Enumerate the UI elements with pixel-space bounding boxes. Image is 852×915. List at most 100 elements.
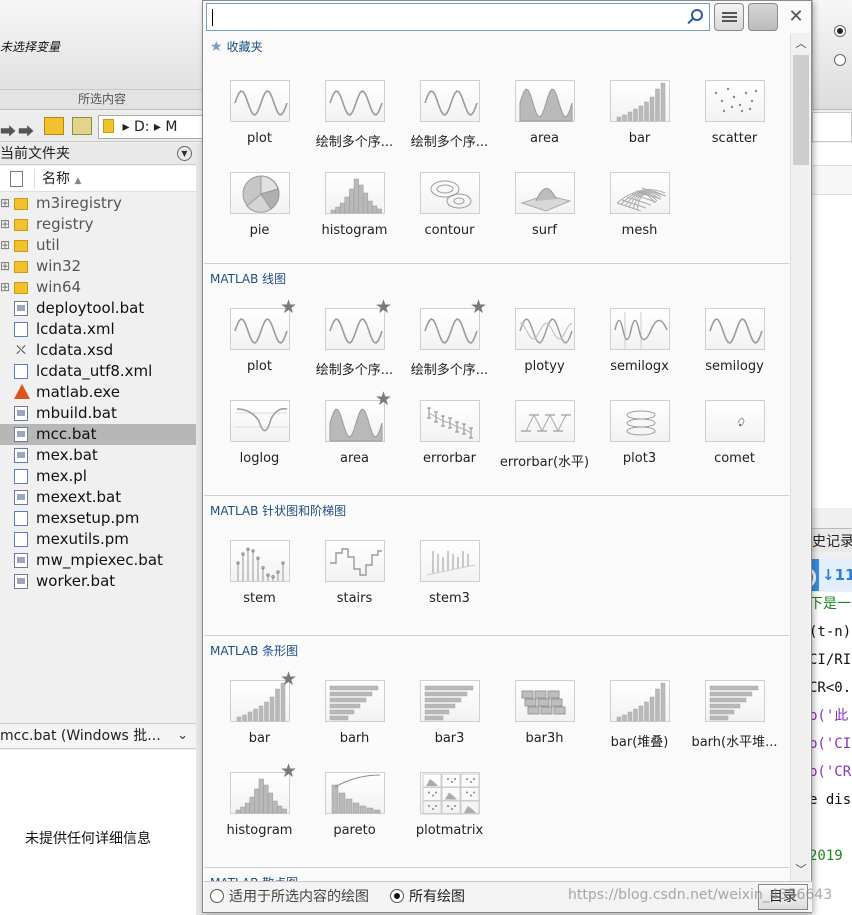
- radio-selected-icon[interactable]: [390, 889, 404, 903]
- selected-content-plots-radio[interactable]: 适用于所选内容的绘图: [210, 889, 369, 906]
- plot-tile[interactable]: ★ histogram: [212, 761, 307, 864]
- plot-tile[interactable]: stem: [212, 540, 307, 632]
- path-next[interactable]: M: [165, 119, 177, 135]
- file-row[interactable]: mexutils.pm: [0, 529, 196, 550]
- search-icon[interactable]: [691, 9, 703, 21]
- column-header[interactable]: 名称 ▲: [0, 166, 196, 192]
- plot-tile[interactable]: 绘制多个序...: [402, 80, 497, 172]
- ribbon-radio-1[interactable]: [834, 25, 846, 37]
- plot-tile[interactable]: ★ plot: [212, 297, 307, 400]
- plot-tile[interactable]: bar: [592, 80, 687, 172]
- plot-tile[interactable]: errorbar(水平): [497, 400, 592, 492]
- right-address-field[interactable]: [812, 112, 852, 142]
- plot-tile[interactable]: area: [497, 80, 592, 172]
- plot-tile[interactable]: bar3: [402, 680, 497, 772]
- plot-tile[interactable]: errorbar: [402, 400, 497, 492]
- folder-row[interactable]: ⊞ win64: [0, 277, 196, 298]
- plot-tile[interactable]: plot3: [592, 400, 687, 492]
- expand-icon[interactable]: ⊞: [0, 193, 10, 214]
- file-row[interactable]: mbuild.bat: [0, 403, 196, 424]
- back-arrow-icon[interactable]: ⮕: [0, 118, 16, 142]
- browse-folder-icon[interactable]: [72, 117, 92, 135]
- plot-tile[interactable]: ★ area: [307, 389, 402, 492]
- gallery-scrollbar[interactable]: ︿ ﹀: [790, 33, 810, 881]
- plot-tile[interactable]: comet: [687, 400, 782, 492]
- plot-tile[interactable]: ★ 绘制多个序...: [307, 297, 402, 400]
- plot-tile[interactable]: semilogx: [592, 308, 687, 400]
- scroll-up-icon[interactable]: ︿: [791, 35, 811, 53]
- path-field[interactable]: ▸ D: ▸ M: [98, 115, 204, 139]
- plot-tile[interactable]: stem3: [402, 540, 497, 632]
- favorite-star-icon[interactable]: ★: [280, 669, 300, 689]
- plot-tile[interactable]: bar3h: [497, 680, 592, 772]
- details-panel-header[interactable]: mcc.bat (Windows 批... ⌄: [0, 723, 196, 749]
- expand-icon[interactable]: ⊞: [0, 235, 10, 256]
- plot-tile-label: bar(堆叠): [610, 735, 669, 750]
- plot-tile[interactable]: plotyy: [497, 308, 592, 400]
- plot-tile[interactable]: plot: [212, 80, 307, 172]
- code-text-area[interactable]: 下是一 (t-n) CI/RI CR<0. p('此 p('CI p('CR e dis 20…: [812, 592, 852, 915]
- list-view-icon[interactable]: [714, 3, 744, 31]
- plot-tile-label: semilogx: [610, 359, 669, 374]
- path-drive[interactable]: D:: [134, 119, 150, 135]
- plot-tile[interactable]: bar(堆叠): [592, 680, 687, 772]
- plot-tile[interactable]: surf: [497, 172, 592, 264]
- expand-icon[interactable]: ⊞: [0, 256, 10, 277]
- name-column-header[interactable]: 名称 ▲: [42, 166, 81, 194]
- plot-tile[interactable]: ★ 绘制多个序...: [402, 297, 497, 400]
- folder-icon: [14, 240, 28, 252]
- plot-tile[interactable]: contour: [402, 172, 497, 264]
- radio-icon[interactable]: [210, 889, 224, 903]
- scroll-down-icon[interactable]: ﹀: [791, 861, 811, 879]
- ribbon-radio-2[interactable]: [834, 54, 846, 66]
- file-row[interactable]: mexsetup.pm: [0, 508, 196, 529]
- file-row[interactable]: mex.pl: [0, 466, 196, 487]
- file-row[interactable]: mcc.bat: [0, 424, 196, 445]
- folder-row[interactable]: ⊞ registry: [0, 214, 196, 235]
- plot-tile[interactable]: barh(水平堆...: [687, 680, 782, 772]
- file-row[interactable]: mw_mpiexec.bat: [0, 550, 196, 571]
- file-row[interactable]: matlab.exe: [0, 382, 196, 403]
- file-row[interactable]: ⛌ lcdata.xsd: [0, 340, 196, 361]
- close-icon[interactable]: ✕: [785, 3, 807, 31]
- all-plots-radio[interactable]: 所有绘图: [390, 889, 465, 906]
- folder-row[interactable]: ⊞ m3iregistry: [0, 193, 196, 214]
- folder-row[interactable]: ⊞ util: [0, 235, 196, 256]
- file-row[interactable]: lcdata_utf8.xml: [0, 361, 196, 382]
- plot-tile[interactable]: mesh: [592, 172, 687, 264]
- plot-tile[interactable]: stairs: [307, 540, 402, 632]
- expand-icon[interactable]: ⊞: [0, 277, 10, 298]
- folder-row[interactable]: ⊞ win32: [0, 256, 196, 277]
- scroll-thumb[interactable]: [793, 55, 809, 165]
- schema-icon: ⛌: [16, 343, 26, 358]
- plot-tile[interactable]: barh: [307, 680, 402, 772]
- plot-tile[interactable]: scatter: [687, 80, 782, 172]
- plot-tile[interactable]: loglog: [212, 400, 307, 492]
- plot-tile[interactable]: semilogy: [687, 308, 782, 400]
- chevron-down-icon[interactable]: ⌄: [177, 724, 188, 748]
- search-field[interactable]: [206, 3, 710, 31]
- favorite-star-icon[interactable]: ★: [280, 297, 300, 317]
- plot-tile[interactable]: pie: [212, 172, 307, 264]
- plot-tile[interactable]: ★ bar: [212, 669, 307, 772]
- expand-icon[interactable]: ⊞: [0, 214, 10, 235]
- panel-menu-icon[interactable]: ▼: [177, 146, 192, 161]
- grid-view-icon[interactable]: [748, 3, 778, 31]
- file-row[interactable]: worker.bat: [0, 571, 196, 592]
- plot-tile[interactable]: histogram: [307, 172, 402, 264]
- file-name: mexext.bat: [36, 488, 122, 506]
- file-row[interactable]: mex.bat: [0, 445, 196, 466]
- forward-arrow-icon[interactable]: ⮕: [18, 118, 34, 142]
- file-row[interactable]: lcdata.xml: [0, 319, 196, 340]
- plot-tile[interactable]: 绘制多个序...: [307, 80, 402, 172]
- favorite-star-icon[interactable]: ★: [280, 761, 300, 781]
- plot-tile[interactable]: plotmatrix: [402, 772, 497, 864]
- file-row[interactable]: mexext.bat: [0, 487, 196, 508]
- up-folder-icon[interactable]: [44, 117, 64, 135]
- file-row[interactable]: deploytool.bat: [0, 298, 196, 319]
- favorite-star-icon[interactable]: ★: [470, 297, 490, 317]
- folder-icon: [14, 219, 28, 231]
- plot-tile[interactable]: pareto: [307, 772, 402, 864]
- favorite-star-icon[interactable]: ★: [375, 389, 395, 409]
- favorite-star-icon[interactable]: ★: [375, 297, 395, 317]
